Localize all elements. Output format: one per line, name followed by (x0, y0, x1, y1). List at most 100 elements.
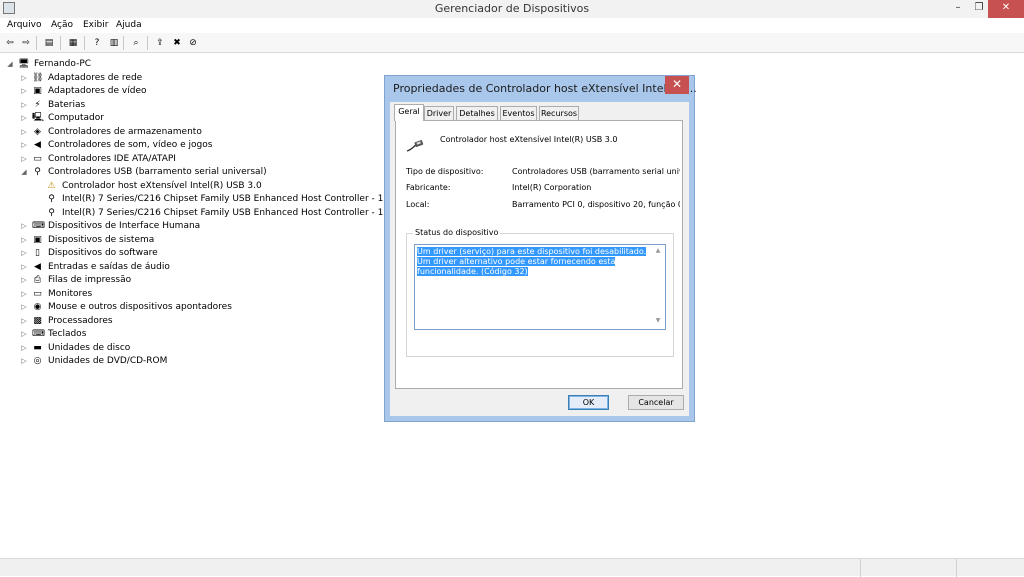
computer-icon: 🖳 (32, 113, 45, 123)
expand-arrow-icon[interactable]: ▷ (20, 261, 28, 274)
tree-item[interactable]: ▷ ◉ Mouse e outros dispositivos apontadore… (0, 301, 380, 314)
tree-item-label: Controlador host eXtensível Intel(R) USB… (62, 180, 262, 191)
dialog-body: Geral Driver Detalhes Eventos Recursos C… (390, 102, 689, 416)
help-icon[interactable]: ? (91, 37, 103, 49)
expand-arrow-icon[interactable]: ▷ (20, 328, 28, 341)
menu-exibir[interactable]: Exibir (83, 20, 108, 30)
prop-value-type: Controladores USB (barramento serial uni… (512, 167, 680, 176)
tree-item[interactable]: ⚠ Controlador host eXtensível Intel(R) US… (0, 180, 380, 193)
tab-driver[interactable]: Driver (424, 106, 454, 120)
uninstall-icon[interactable]: ✖ (171, 37, 183, 49)
scroll-down-icon[interactable]: ▼ (653, 317, 663, 324)
disable-icon[interactable]: ⊘ (187, 37, 199, 49)
prop-value-manufacturer: Intel(R) Corporation (512, 183, 592, 192)
expand-arrow-icon[interactable]: ▷ (20, 234, 28, 247)
minimize-button[interactable]: – (946, 0, 970, 18)
tab-detalhes[interactable]: Detalhes (456, 106, 498, 120)
ok-button[interactable]: OK (568, 395, 609, 410)
tree-item[interactable]: ▷ ⚡ Baterias (0, 99, 380, 112)
tree-item-label: Computador (48, 113, 104, 123)
expand-arrow-icon[interactable]: ▷ (20, 301, 28, 314)
tree-item[interactable]: ▷ ▭ Monitores (0, 288, 380, 301)
toolbar-separator (147, 36, 148, 50)
tree-item[interactable]: ▷ ⛓ Adaptadores de rede (0, 72, 380, 85)
disk-drive-icon: ▬ (33, 342, 42, 353)
device-status-textbox[interactable]: Um driver (serviço) para este dispositiv… (414, 244, 666, 330)
tree-item-label: Controladores IDE ATA/ATAPI (48, 153, 176, 164)
menu-acao[interactable]: Ação (51, 20, 73, 30)
scroll-up-icon[interactable]: ▲ (653, 247, 663, 254)
tree-item-label: Controladores de som, vídeo e jogos (48, 140, 213, 150)
storage-controller-icon: ◈ (34, 126, 41, 137)
tree-item[interactable]: ▷ ◀ Controladores de som, vídeo e jogos (0, 139, 380, 152)
expand-arrow-icon[interactable]: ▷ (20, 247, 28, 260)
properties-icon[interactable]: ▦ (67, 37, 79, 49)
collapse-arrow-icon[interactable]: ◢ (6, 58, 14, 71)
tree-item[interactable]: ⚲ Intel(R) 7 Series/C216 Chipset Family U… (0, 207, 402, 220)
tab-geral[interactable]: Geral (394, 104, 424, 121)
tree-item[interactable]: ▷ ◎ Unidades de DVD/CD-ROM (0, 355, 380, 368)
cancel-button[interactable]: Cancelar (628, 395, 684, 410)
tree-item[interactable]: ▷ ⌨ Dispositivos de Interface Humana (0, 220, 380, 233)
dialog-close-button[interactable]: ✕ (665, 76, 689, 94)
expand-arrow-icon[interactable]: ▷ (20, 355, 28, 368)
expand-arrow-icon[interactable]: ▷ (20, 220, 28, 233)
restore-button[interactable]: ❐ (970, 0, 988, 18)
expand-arrow-icon[interactable]: ▷ (20, 274, 28, 287)
toolbar-separator (36, 36, 37, 50)
show-hide-console-tree-icon[interactable]: ▤ (43, 37, 55, 49)
tree-item[interactable]: ▷ ▣ Dispositivos de sistema (0, 234, 380, 247)
display-adapter-icon: ▣ (33, 86, 42, 96)
back-arrow-icon[interactable]: ⇦ (4, 37, 16, 49)
tree-item[interactable]: ▷ ⎙ Filas de impressão (0, 274, 380, 287)
expand-arrow-icon[interactable]: ▷ (20, 112, 28, 125)
tree-item[interactable]: ▷ ▩ Processadores (0, 315, 380, 328)
close-button[interactable]: ✕ (988, 0, 1024, 18)
dvd-drive-icon: ◎ (33, 356, 42, 366)
expand-arrow-icon[interactable]: ▷ (20, 85, 28, 98)
device-name: Controlador host eXtensível Intel(R) USB… (440, 135, 618, 144)
expand-arrow-icon[interactable]: ▷ (20, 288, 28, 301)
forward-arrow-icon[interactable]: ⇨ (20, 37, 32, 49)
tab-recursos[interactable]: Recursos (539, 106, 579, 120)
tree-item[interactable]: ▷ 🖳 Computador (0, 112, 380, 125)
expand-arrow-icon[interactable]: ▷ (20, 139, 28, 152)
expand-arrow-icon[interactable]: ▷ (20, 99, 28, 112)
toolbar-separator (60, 36, 61, 50)
menu-ajuda[interactable]: Ajuda (116, 20, 142, 30)
expand-arrow-icon[interactable]: ▷ (20, 126, 28, 139)
speaker-icon: ◀ (34, 140, 41, 150)
tree-item-label: Processadores (48, 315, 113, 326)
tree-item-label: Adaptadores de vídeo (48, 86, 147, 96)
scan-hardware-icon[interactable]: ⌕ (130, 37, 142, 49)
prop-key-location: Local: (406, 200, 430, 209)
tree-item[interactable]: ▷ ◈ Controladores de armazenamento (0, 126, 380, 139)
update-driver-icon[interactable]: ⇪ (154, 37, 166, 49)
usb-device-icon: ⚲ (48, 194, 55, 204)
expand-arrow-icon[interactable]: ▷ (20, 72, 28, 85)
tree-item[interactable]: ▷ ▭ Controladores IDE ATA/ATAPI (0, 153, 380, 166)
expand-arrow-icon[interactable]: ▷ (20, 315, 28, 328)
tree-item-label: Adaptadores de rede (48, 72, 143, 83)
tab-eventos[interactable]: Eventos (500, 106, 537, 120)
expand-arrow-icon[interactable]: ▷ (20, 153, 28, 166)
tree-item[interactable]: ⚲ Intel(R) 7 Series/C216 Chipset Family U… (0, 193, 400, 206)
tree-item[interactable]: ▷ ▯ Dispositivos do software (0, 247, 380, 260)
dialog-title: Propriedades de Controlador host eXtensí… (393, 82, 697, 95)
network-adapter-icon: ⛓ (32, 72, 44, 83)
tree-item-label: Teclados (48, 329, 87, 339)
tree-item[interactable]: ▷ ▣ Adaptadores de vídeo (0, 85, 380, 98)
menu-arquivo[interactable]: Arquivo (7, 20, 41, 30)
tree-item[interactable]: ◢ ⚲ Controladores USB (barramento serial u… (0, 166, 380, 179)
expand-arrow-icon[interactable]: ▷ (20, 342, 28, 355)
collapse-arrow-icon[interactable]: ◢ (20, 166, 28, 179)
keyboard-icon: ⌨ (32, 329, 45, 339)
tree-item[interactable]: ◢ 🖥 Fernando-PC (0, 58, 380, 71)
tree-item[interactable]: ▷ ◀ Entradas e saídas de áudio (0, 261, 380, 274)
tree-item-label: Intel(R) 7 Series/C216 Chipset Family US… (62, 207, 402, 218)
device-status-text: Um driver (serviço) para este dispositiv… (417, 247, 649, 277)
tree-item[interactable]: ▷ ▬ Unidades de disco (0, 342, 380, 355)
tree-item[interactable]: ▷ ⌨ Teclados (0, 328, 380, 341)
prop-key-type: Tipo de dispositivo: (406, 167, 484, 176)
action-pane-icon[interactable]: ▥ (108, 37, 120, 49)
